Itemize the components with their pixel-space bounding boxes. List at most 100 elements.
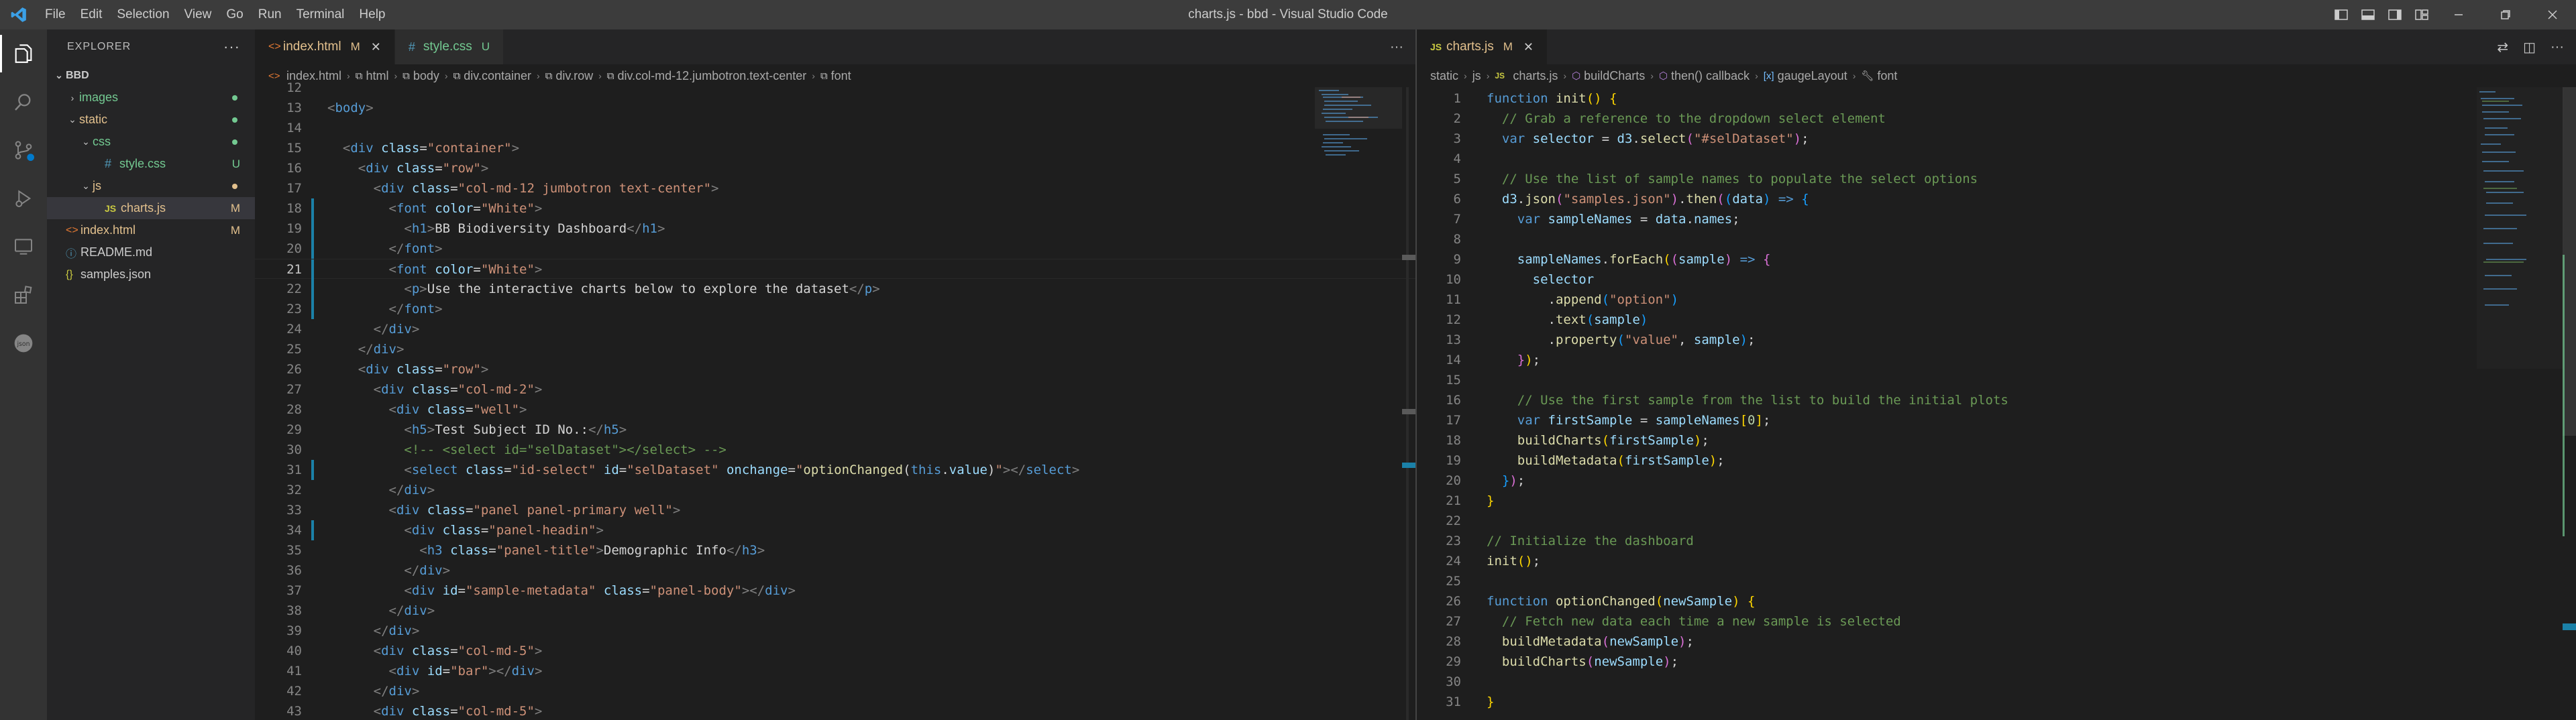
close-window-icon[interactable]	[2529, 0, 2576, 29]
code-line: 32 </div>	[255, 480, 1415, 500]
tab-style-css[interactable]: # style.css U	[394, 29, 504, 64]
line-number: 27	[1446, 614, 1461, 629]
open-changes-icon[interactable]: ⇄	[2497, 39, 2508, 56]
line-number: 13	[286, 101, 302, 115]
code-line: 9 sampleNames.forEach((sample) => {	[1417, 249, 2576, 269]
tree-item-label: static	[79, 113, 108, 126]
tree-item-js[interactable]: ⌄ js	[47, 175, 255, 197]
tab-index-html[interactable]: <> index.html M ✕	[255, 29, 395, 64]
code-line: 33 <div class="panel panel-primary well"…	[255, 500, 1415, 520]
breadcrumb-item[interactable]: js	[1472, 69, 1481, 83]
breadcrumb-label: font	[1877, 68, 1898, 82]
split-editor-icon[interactable]: ◫	[2523, 39, 2536, 56]
line-number: 17	[286, 181, 302, 196]
menu-file[interactable]: File	[38, 0, 73, 29]
tree-item-static[interactable]: ⌄ static	[47, 109, 255, 131]
menu-terminal[interactable]: Terminal	[289, 0, 352, 29]
tab-bar: <> index.html M ✕ # style.css U ···	[255, 29, 1415, 64]
code-line: 18 <font color="White">	[255, 198, 1415, 219]
menu-help[interactable]: Help	[352, 0, 392, 29]
tree-item-index-html[interactable]: <> index.html M	[47, 219, 255, 241]
code-editor-html[interactable]: 12 13 <body> 14 15 <div class="container"…	[255, 78, 1415, 720]
breadcrumb-item[interactable]: [x] gaugeLayout	[1764, 69, 1847, 83]
chevron-right-icon: ›	[70, 92, 74, 103]
breadcrumb-item[interactable]: 🔧︎ font	[1861, 69, 1897, 83]
menu-run[interactable]: Run	[251, 0, 289, 29]
chevron-down-icon: ⌄	[55, 70, 63, 80]
toggle-sidebar-icon[interactable]	[2328, 0, 2355, 29]
vscode-logo-icon[interactable]	[0, 0, 38, 29]
code-line: 30	[1417, 672, 2576, 692]
toggle-panel-icon[interactable]	[2355, 0, 2381, 29]
remote-explorer-icon[interactable]	[0, 223, 47, 271]
vertical-scrollbar[interactable]	[2563, 87, 2576, 720]
minimap[interactable]	[1315, 87, 1402, 720]
more-actions-icon[interactable]: ···	[2551, 40, 2564, 55]
tree-item-samples-json[interactable]: {} samples.json	[47, 263, 255, 286]
code-editor-js[interactable]: 1 function init() { 2 // Grab a reference…	[1417, 88, 2576, 712]
close-tab-icon[interactable]: ✕	[1523, 40, 1534, 54]
breadcrumb-item[interactable]: JS charts.js	[1495, 69, 1558, 83]
tab-status: M	[350, 40, 360, 53]
explorer-icon[interactable]	[0, 29, 47, 78]
customize-layout-icon[interactable]	[2408, 0, 2435, 29]
vertical-scrollbar[interactable]	[1402, 87, 1415, 720]
code-line: 14	[255, 118, 1415, 138]
chevron-right-icon: ›	[1563, 70, 1567, 81]
json-icon[interactable]: json	[0, 319, 47, 367]
chevron-down-icon: ⌄	[68, 114, 76, 125]
line-number: 24	[286, 322, 302, 337]
line-number: 14	[286, 121, 302, 135]
breadcrumb-item[interactable]: ⬡ buildCharts	[1572, 69, 1645, 83]
editor-group-right: JS charts.js M ✕ ⇄ ◫ ··· static › js › J…	[1417, 29, 2576, 720]
modified-dot-icon	[232, 117, 237, 123]
tree-item-label: js	[93, 179, 101, 192]
tree-root[interactable]: ⌄ BBD	[47, 64, 255, 86]
search-icon[interactable]	[0, 78, 47, 126]
menu-view[interactable]: View	[177, 0, 219, 29]
line-number: 21	[1446, 493, 1461, 508]
line-number: 40	[286, 644, 302, 658]
toggle-secondary-sidebar-icon[interactable]	[2381, 0, 2408, 29]
menu-go[interactable]: Go	[219, 0, 250, 29]
breadcrumb-label: then() callback	[1671, 68, 1750, 82]
line-number: 31	[286, 463, 302, 477]
menu-edit[interactable]: Edit	[73, 0, 110, 29]
tree-item-charts-js[interactable]: JS charts.js M	[47, 197, 255, 219]
extensions-icon[interactable]	[0, 271, 47, 319]
line-number: 24	[1446, 554, 1461, 568]
line-number: 18	[286, 201, 302, 216]
tree-item-label: style.css	[119, 157, 166, 170]
tree-item-style-css[interactable]: # style.css U	[47, 153, 255, 175]
restore-icon[interactable]	[2482, 0, 2529, 29]
chevron-down-icon: ⌄	[82, 180, 90, 191]
minimap[interactable]	[2477, 87, 2564, 720]
line-number: 12	[286, 80, 302, 95]
minimize-icon[interactable]	[2435, 0, 2482, 29]
close-tab-icon[interactable]: ✕	[371, 40, 381, 54]
code-line: 28 <div class="well">	[255, 400, 1415, 420]
more-actions-icon[interactable]: ···	[1390, 40, 1403, 55]
code-line: 24 init();	[1417, 551, 2576, 571]
code-line: 43 <div class="col-md-5">	[255, 701, 1415, 720]
tab-charts-js[interactable]: JS charts.js M ✕	[1417, 29, 1548, 64]
menu-selection[interactable]: Selection	[109, 0, 176, 29]
untracked-dot-icon	[232, 139, 237, 145]
line-number: 12	[1446, 312, 1461, 327]
breadcrumb-item[interactable]: static	[1430, 69, 1458, 83]
breadcrumb-item[interactable]: ⬡ then() callback	[1659, 69, 1750, 83]
line-number: 23	[286, 302, 302, 316]
code-line: 31 <select class="id-select" id="selData…	[255, 460, 1415, 480]
more-actions-icon[interactable]: ···	[223, 38, 240, 56]
code-line: 3 var selector = d3.select("#selDataset"…	[1417, 129, 2576, 149]
source-control-icon[interactable]	[0, 126, 47, 174]
tree-item-css[interactable]: ⌄ css	[47, 131, 255, 153]
code-line: 31}	[1417, 692, 2576, 712]
tree-item-readme[interactable]: ⓘ README.md	[47, 241, 255, 263]
tree-item-images[interactable]: › images	[47, 86, 255, 109]
run-debug-icon[interactable]	[0, 174, 47, 223]
line-number: 39	[286, 623, 302, 638]
line-number: 15	[1446, 373, 1461, 387]
code-line: 4	[1417, 149, 2576, 169]
function-icon: ⬡	[1658, 70, 1668, 82]
